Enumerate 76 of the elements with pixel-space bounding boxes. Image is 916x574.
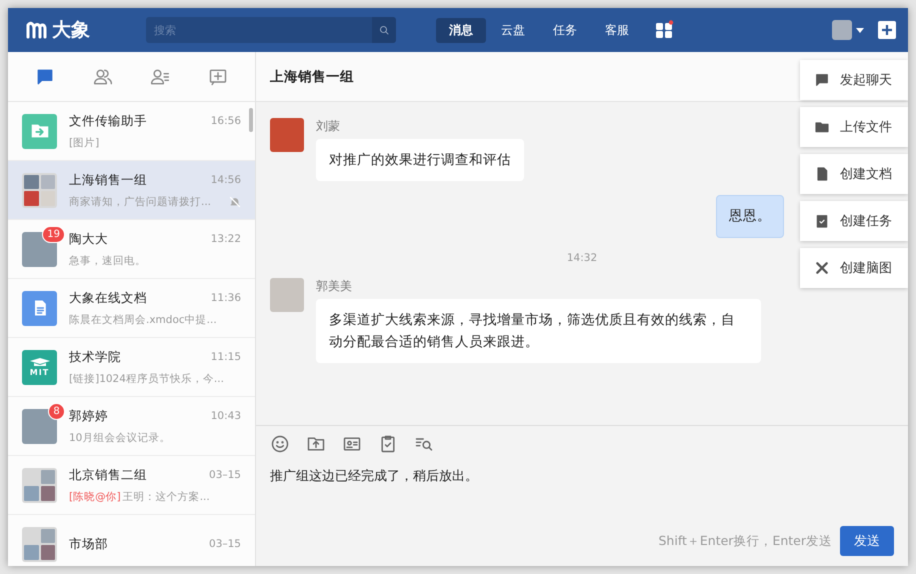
app-name: 大象 (52, 18, 90, 43)
conversation-name: 陶大大 (69, 230, 108, 248)
conversation-item[interactable]: MIT 技术学院 11:15 [链接]1024程序员节快乐，今... (8, 338, 255, 397)
add-chat-icon (208, 66, 228, 86)
conversation-item[interactable]: 8 郭婷婷 10:43 10月组会会议记录。 (8, 397, 255, 456)
conversation-time: 16:56 (210, 115, 241, 127)
conversation-item[interactable]: 北京销售二组 03–15 [陈晓@你] 王明：这个方案... (8, 456, 255, 515)
group-avatar (22, 172, 57, 208)
group-avatar (22, 468, 57, 502)
contact-list-icon (150, 66, 170, 86)
add-icon[interactable] (878, 21, 896, 39)
graduation-cap-icon (30, 358, 50, 366)
message-preview: 10月组会会议记录。 (69, 430, 170, 444)
message-preview: 王明：这个方案... (122, 490, 210, 504)
conversation-time: 14:56 (210, 174, 241, 186)
unread-badge: 19 (42, 226, 65, 242)
caret-icon[interactable] (856, 28, 864, 32)
message-bubble: 对推广的效果进行调查和评估 (316, 139, 524, 182)
emoji-icon (270, 434, 290, 454)
conversation-time: 03–15 (209, 469, 241, 481)
message-preview: 急事，速回电。 (69, 254, 146, 268)
menu-item[interactable]: 创建脑图 (800, 248, 908, 288)
muted-bell-icon (229, 196, 241, 208)
conversation-time: 11:15 (210, 351, 241, 363)
conversation-time: 10:43 (210, 410, 241, 422)
search-input[interactable]: 搜索 (146, 24, 372, 36)
conversation-time: 03–15 (209, 538, 241, 550)
timestamp: 14:32 (566, 252, 598, 264)
conversation-name: 大象在线文档 (69, 290, 147, 306)
conversation-name: 北京销售二组 (69, 466, 147, 484)
nav-tab[interactable]: 消息 (436, 18, 486, 42)
photo-placeholder (270, 278, 304, 312)
menu-item[interactable]: 上传文件 (800, 107, 908, 147)
message-preview: [图片] (69, 136, 100, 150)
send-button[interactable]: 发送 (840, 526, 894, 556)
contacts-icon (92, 66, 113, 86)
message-preview: 商家请知，广告问题请拨打... (69, 194, 212, 208)
sender-name: 刘蒙 (316, 118, 340, 135)
menu-item[interactable]: 发起聊天 (800, 60, 908, 100)
send-hint: Shift＋Enter换行，Enter发送 (658, 532, 832, 550)
mention-tag: [陈晓@你] (69, 490, 121, 504)
conversation-item[interactable]: 大象在线文档 11:36 陈晨在文档周会.xmdoc中提... (8, 279, 255, 338)
nav-tab[interactable]: 云盘 (488, 18, 538, 42)
chat-icon (814, 72, 830, 88)
scrollbar[interactable] (249, 108, 253, 132)
apps-icon[interactable] (654, 20, 674, 40)
conversation-name: 文件传输助手 (69, 112, 147, 130)
message-preview: [链接]1024程序员节快乐，今... (69, 372, 224, 386)
group-avatar (22, 526, 57, 562)
clipboard-check-icon (814, 213, 830, 229)
conversation-time: 13:22 (210, 233, 241, 245)
nav-tab[interactable]: 任务 (540, 18, 590, 42)
message-preview: 陈晨在文档周会.xmdoc中提... (69, 312, 217, 326)
photo-placeholder (270, 118, 304, 152)
conversation-name: 技术学院 (69, 348, 121, 366)
conversation-item[interactable]: 上海销售一组 14:56 商家请知，广告问题请拨打... (8, 161, 255, 220)
chat-icon (34, 66, 55, 86)
chat-title: 上海销售一组 (270, 68, 354, 86)
nav-tab[interactable]: 客服 (592, 18, 642, 42)
sender-name: 郭美美 (316, 278, 352, 295)
message-input[interactable]: 推广组这边已经完成了，稍后放出。 (270, 468, 894, 483)
menu-item[interactable]: 创建任务 (800, 201, 908, 241)
conversation-item[interactable]: 市场部 03–15 (8, 515, 255, 566)
message-bubble: 多渠道扩大线索来源，寻找增量市场，筛选优质且有效的线索，自动分配最合适的销售人员来跟进。 (316, 298, 761, 364)
menu-item[interactable]: 创建文档 (800, 154, 908, 194)
conversation-name: 市场部 (69, 536, 108, 552)
message-bubble: 恩恩。 (716, 195, 784, 238)
search-icon (378, 24, 390, 36)
unread-badge: 8 (48, 402, 65, 420)
conversation-time: 11:36 (210, 292, 241, 304)
search-field[interactable]: 搜索 (146, 17, 396, 43)
cross-icon (814, 260, 830, 276)
conversation-name: 上海销售一组 (69, 172, 147, 188)
logo-text: MIT (30, 368, 50, 376)
conversation-name: 郭婷婷 (69, 408, 108, 424)
conversation-item[interactable]: 19 陶大大 13:22 急事，速回电。 (8, 220, 255, 279)
